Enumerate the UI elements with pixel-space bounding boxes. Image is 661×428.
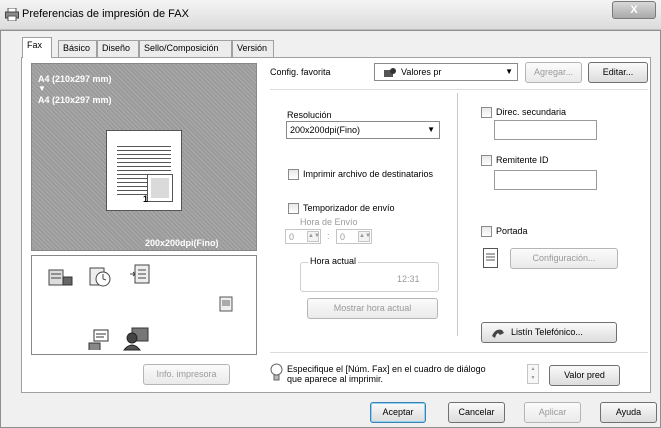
time-separator: : — [327, 231, 330, 241]
preview-stamp-box — [147, 174, 173, 202]
favorites-icon — [384, 68, 396, 77]
title-bar: Preferencias de impresión de FAX X — [0, 0, 661, 30]
tab-fax[interactable]: Fax — [22, 37, 52, 58]
hint-scroll-arrows-icon[interactable]: ▲ ▼ — [527, 364, 539, 384]
sender-id-label: Remitente ID — [496, 155, 549, 165]
tab-version[interactable]: Versión — [232, 40, 274, 57]
minute-spinner[interactable]: 0 ▲▼ — [336, 229, 372, 244]
phonebook-label: Listín Telefónico... — [511, 327, 583, 337]
resolution-select[interactable]: 200x200dpi(Fino) ▼ — [286, 121, 440, 139]
page-preview: A4 (210x297 mm) ▼ A4 (210x297 mm) 1 200x… — [31, 63, 257, 251]
cover-config-button[interactable]: Configuración... — [510, 248, 618, 269]
preview-page-number: 1 — [143, 194, 149, 204]
print-recipients-label: Imprimir archivo de destinatarios — [303, 169, 434, 179]
address-book-icon — [122, 327, 149, 351]
default-values-button[interactable]: Valor pred — [549, 365, 620, 386]
timer-checkbox[interactable] — [288, 203, 299, 214]
minute-spin-arrows-icon[interactable]: ▲▼ — [358, 231, 371, 242]
original-size-text: A4 (210x297 mm) — [38, 74, 112, 84]
phonebook-icon — [492, 329, 504, 338]
favorites-label: Config. favorita — [270, 67, 331, 77]
timer-label: Temporizador de envío — [303, 203, 395, 213]
cover-label: Portada — [496, 226, 528, 236]
tab-sello-composicion[interactable]: Sello/Composición — [139, 40, 232, 57]
sender-id-checkbox[interactable] — [481, 155, 492, 166]
hour-value: 0 — [289, 232, 295, 242]
resolution-value: 200x200dpi(Fino) — [290, 125, 361, 135]
cover-page-icon — [483, 248, 498, 268]
help-button[interactable]: Ayuda — [600, 402, 657, 423]
hour-spinner[interactable]: 0 ▲▼ — [285, 229, 321, 244]
secondary-address-label: Direc. secundaria — [496, 107, 567, 117]
tab-diseno[interactable]: Diseño — [97, 40, 139, 57]
chevron-down-icon: ▼ — [505, 67, 513, 76]
hint-text-line2: que aparece al imprimir. — [287, 374, 384, 384]
column-separator — [457, 93, 458, 336]
add-favorite-button[interactable]: Agregar... — [525, 62, 582, 83]
edit-favorite-button[interactable]: Editar... — [588, 62, 648, 83]
resolution-display: 200x200dpi(Fino) — [145, 238, 219, 248]
apply-button[interactable]: Aplicar — [524, 402, 581, 423]
hour-spin-arrows-icon[interactable]: ▲▼ — [307, 231, 320, 242]
current-time-value: 12:31 — [397, 274, 420, 284]
minute-value: 0 — [340, 232, 346, 242]
hint-text-line1: Especifique el [Núm. Fax] en el cuadro d… — [287, 364, 486, 374]
phonebook-button[interactable]: Listín Telefónico... — [481, 322, 617, 343]
secondary-address-input[interactable] — [494, 120, 597, 140]
print-recipients-checkbox[interactable] — [288, 169, 299, 180]
resolution-label: Resolución — [287, 110, 332, 120]
favorites-select[interactable]: Valores pr ▼ — [374, 63, 518, 81]
lightbulb-icon — [270, 363, 283, 381]
printer-info-button[interactable]: Info. impresora — [143, 364, 230, 385]
preview-page: 1 — [106, 130, 182, 211]
favorites-value: Valores pr — [401, 67, 442, 77]
show-current-time-button[interactable]: Mostrar hora actual — [307, 298, 438, 319]
cover-checkbox[interactable] — [481, 226, 492, 237]
top-separator — [270, 89, 648, 90]
sender-id-input[interactable] — [494, 170, 597, 190]
sender-id-icon — [88, 329, 109, 350]
output-size-text: A4 (210x297 mm) — [38, 95, 112, 105]
cancel-button[interactable]: Cancelar — [448, 402, 505, 423]
cover-page-icon — [219, 296, 233, 312]
chevron-down-icon: ▼ — [427, 125, 435, 134]
window-title: Preferencias de impresión de FAX — [22, 8, 189, 20]
secondary-address-checkbox[interactable] — [481, 107, 492, 118]
size-arrow-icon: ▼ — [38, 84, 46, 93]
printer-icon — [5, 8, 19, 21]
recipient-list-icon — [130, 264, 150, 284]
close-button[interactable]: X — [612, 1, 656, 19]
tab-basico[interactable]: Básico — [58, 40, 97, 57]
hint-separator — [270, 352, 648, 353]
timer-icon — [89, 267, 111, 287]
send-time-label: Hora de Envío — [300, 217, 358, 227]
current-time-label: Hora actual — [308, 256, 359, 266]
ok-button[interactable]: Aceptar — [370, 402, 426, 423]
function-icons-area — [31, 255, 257, 355]
fax-send-icon — [48, 269, 73, 286]
